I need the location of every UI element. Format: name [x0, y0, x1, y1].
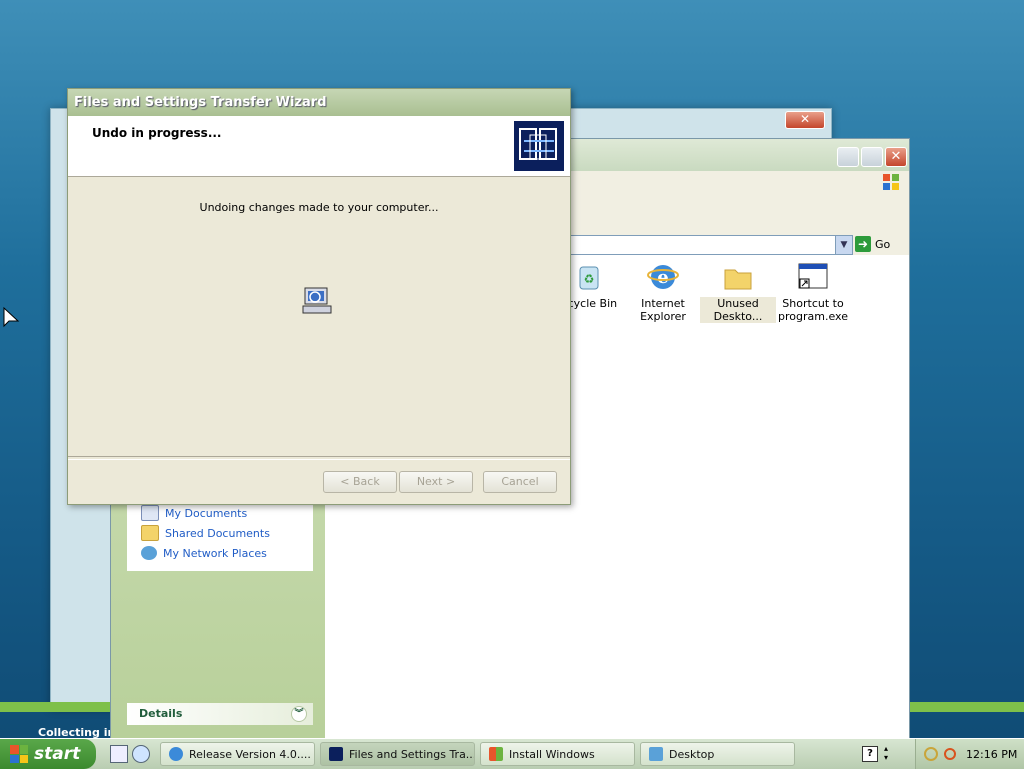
system-tray: 12:16 PM: [915, 739, 1024, 769]
program-shortcut-icon: [797, 261, 829, 293]
go-arrow-icon: ➜: [855, 236, 871, 252]
task-label: Desktop: [669, 747, 715, 761]
computer-icon: [301, 284, 333, 316]
language-bar-icon[interactable]: ▴ ▾: [884, 744, 894, 762]
windows-flag-icon: [10, 745, 28, 763]
icon-label: Shortcut to program.exe: [778, 297, 848, 323]
mouse-cursor-icon: [2, 306, 20, 331]
go-label: Go: [875, 237, 891, 251]
details-panel-header[interactable]: Details ︾: [127, 703, 313, 725]
network-places-icon: [141, 546, 157, 560]
wizard-title[interactable]: Files and Settings Transfer Wizard: [68, 89, 570, 116]
windows-icon: [489, 747, 503, 761]
recycle-bin-icon: ♻: [573, 261, 605, 293]
next-button[interactable]: Next >: [399, 471, 473, 493]
svg-text:♻: ♻: [584, 272, 595, 286]
desktop-icon-internet-explorer[interactable]: e Internet Explorer: [625, 261, 701, 323]
place-label: My Documents: [165, 506, 248, 520]
settings-tray-icon[interactable]: [924, 747, 938, 761]
folder-icon: [141, 525, 159, 541]
show-desktop-icon[interactable]: [110, 745, 128, 763]
ie-icon: [169, 747, 183, 761]
wizard-heading: Undo in progress...: [92, 126, 222, 140]
cancel-button[interactable]: Cancel: [483, 471, 557, 493]
taskbar-item-transfer-wizard[interactable]: Files and Settings Tra...: [320, 742, 475, 766]
internet-explorer-icon: e: [647, 261, 679, 293]
details-label: Details: [139, 707, 183, 720]
maximize-button[interactable]: [861, 147, 883, 167]
place-label: My Network Places: [163, 546, 267, 560]
desktop-icon-program-shortcut[interactable]: Shortcut to program.exe: [775, 261, 851, 323]
close-button[interactable]: ✕: [785, 111, 825, 129]
address-input[interactable]: ▼: [551, 235, 853, 255]
clock[interactable]: 12:16 PM: [966, 748, 1017, 761]
wizard-icon: [329, 747, 343, 761]
windows-logo-icon: [881, 172, 901, 192]
icon-label: Unused Deskto...: [700, 297, 776, 323]
wizard-separator: [68, 456, 570, 460]
folder-icon: [722, 261, 754, 293]
close-button[interactable]: ✕: [885, 147, 907, 167]
taskbar: start Release Version 4.0.... Files and …: [0, 738, 1024, 769]
icon-label: Internet Explorer: [640, 297, 686, 323]
task-label: Install Windows: [509, 747, 595, 761]
start-label: start: [34, 744, 81, 764]
other-places-panel: My Documents Shared Documents My Network…: [127, 501, 313, 571]
transfer-wizard-logo-icon: [514, 121, 564, 171]
wizard-status-text: Undoing changes made to your computer...: [199, 201, 439, 214]
internet-explorer-icon[interactable]: [132, 745, 150, 763]
back-button[interactable]: < Back: [323, 471, 397, 493]
chevron-down-icon[interactable]: ︾: [291, 706, 307, 722]
place-label: Shared Documents: [165, 526, 270, 540]
task-label: Release Version 4.0....: [189, 747, 311, 761]
other-place-shared-documents[interactable]: Shared Documents: [127, 523, 313, 543]
taskbar-item-release-version[interactable]: Release Version 4.0....: [160, 742, 315, 766]
task-label: Files and Settings Tra...: [349, 747, 475, 761]
transfer-wizard-window: Files and Settings Transfer Wizard Undo …: [67, 88, 571, 505]
desktop-icon-unused-desktop[interactable]: Unused Deskto...: [700, 261, 776, 323]
chevron-down-icon[interactable]: ▼: [835, 236, 852, 254]
search-tray-icon[interactable]: [944, 748, 956, 760]
desktop-icon: [649, 747, 663, 761]
other-place-my-documents[interactable]: My Documents: [127, 503, 313, 523]
start-button[interactable]: start: [0, 739, 96, 769]
taskbar-item-install-windows[interactable]: Install Windows: [480, 742, 635, 766]
other-place-my-network-places[interactable]: My Network Places: [127, 543, 313, 563]
help-icon[interactable]: ?: [862, 746, 878, 762]
go-button[interactable]: ➜ Go: [855, 235, 890, 253]
minimize-button[interactable]: [837, 147, 859, 167]
my-documents-icon: [141, 505, 159, 521]
wizard-header: Undo in progress...: [68, 116, 570, 177]
taskbar-item-desktop[interactable]: Desktop: [640, 742, 795, 766]
